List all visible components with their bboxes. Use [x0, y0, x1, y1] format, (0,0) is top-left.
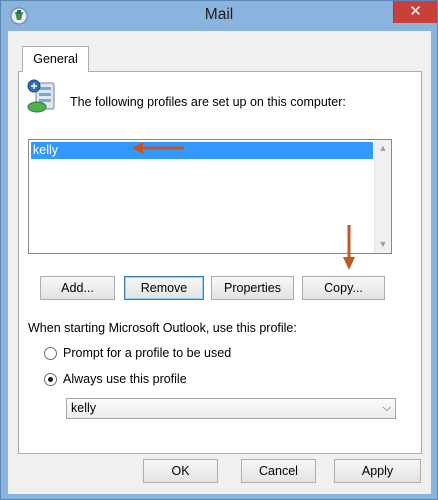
radio-prompt-for-profile[interactable]: Prompt for a profile to be used — [44, 344, 231, 362]
radio-always-label: Always use this profile — [63, 372, 187, 386]
chevron-down-icon[interactable]: ⌵ — [383, 399, 391, 418]
scroll-up-icon[interactable]: ▲ — [375, 140, 391, 157]
tab-general[interactable]: General — [22, 46, 89, 72]
profile-select-dropdown[interactable]: kelly ⌵ — [66, 398, 396, 419]
add-profile-button[interactable]: Add... — [40, 276, 115, 300]
apply-button[interactable]: Apply — [334, 459, 421, 483]
scroll-down-icon[interactable]: ▼ — [375, 236, 391, 253]
profiles-server-icon — [27, 79, 55, 113]
title-bar[interactable]: Mail ✕ — [1, 1, 437, 31]
dialog-client-area: General The following profiles are set u… — [8, 31, 431, 494]
radio-button-always[interactable] — [44, 372, 57, 386]
radio-always-use-profile[interactable]: Always use this profile — [44, 370, 187, 388]
properties-button[interactable]: Properties — [211, 276, 294, 300]
annotation-arrow-down-icon — [343, 225, 355, 270]
profiles-listbox[interactable]: kelly ▲ ▼ — [28, 139, 392, 254]
remove-profile-button[interactable]: Remove — [124, 276, 204, 300]
cancel-button[interactable]: Cancel — [241, 459, 316, 483]
profiles-intro-text: The following profiles are set up on thi… — [70, 95, 346, 109]
mail-dialog-window: Mail ✕ General The following profiles ar… — [0, 0, 438, 500]
startup-profile-label: When starting Microsoft Outlook, use thi… — [28, 321, 297, 335]
radio-button-prompt[interactable] — [44, 346, 57, 360]
window-title: Mail — [204, 6, 234, 23]
profile-list-item[interactable]: kelly — [31, 142, 373, 159]
ok-button[interactable]: OK — [143, 459, 218, 483]
general-tab-panel — [18, 71, 422, 454]
copy-profile-button[interactable]: Copy... — [302, 276, 385, 300]
close-button[interactable]: ✕ — [393, 1, 437, 23]
annotation-arrow-left-icon — [132, 142, 184, 154]
selected-profile-value: kelly — [71, 401, 97, 415]
listbox-scrollbar[interactable]: ▲ ▼ — [374, 140, 391, 253]
close-icon: ✕ — [409, 3, 422, 20]
radio-prompt-label: Prompt for a profile to be used — [63, 346, 232, 360]
